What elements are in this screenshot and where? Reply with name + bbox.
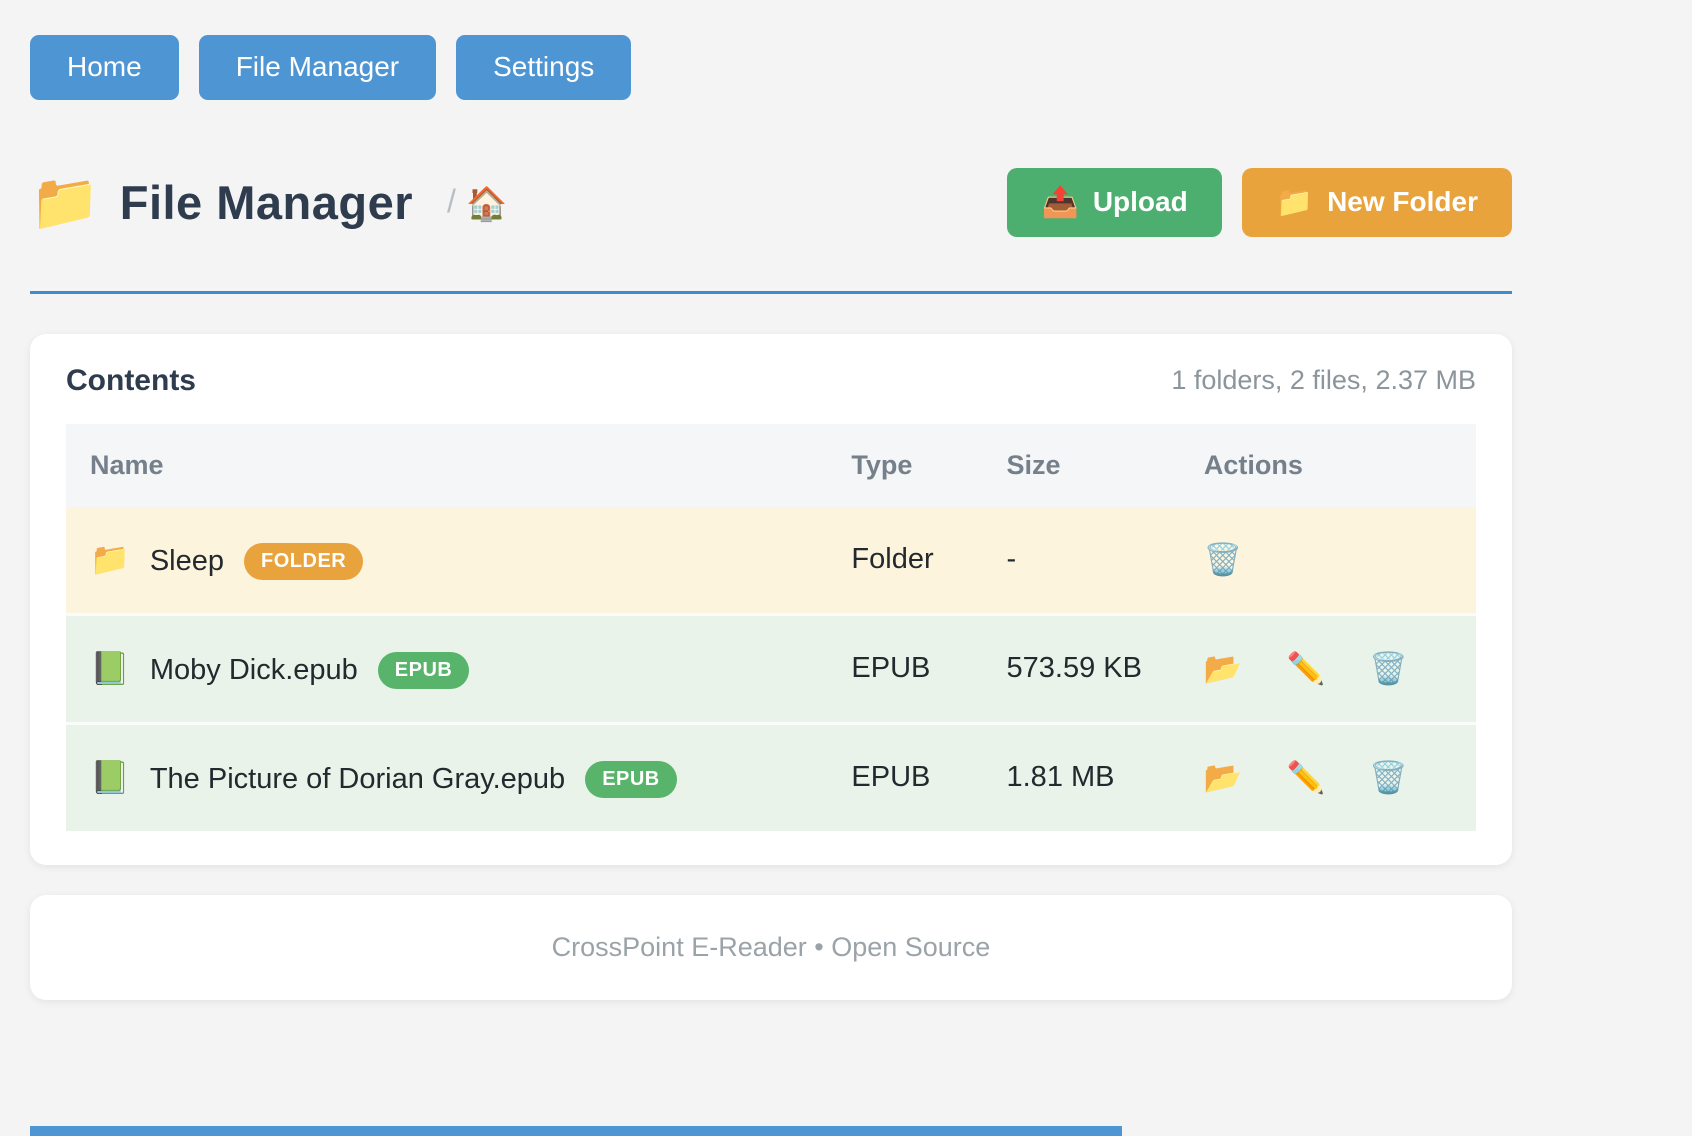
- contents-table-body: 📁SleepFOLDERFolder-🗑️📗Moby Dick.epubEPUB…: [66, 507, 1476, 831]
- type-badge: FOLDER: [244, 543, 363, 580]
- footer-text: CrossPoint E-Reader • Open Source: [552, 932, 991, 962]
- delete-icon[interactable]: 🗑️: [1369, 762, 1408, 793]
- upload-tray-icon: 📤: [1041, 186, 1078, 219]
- page-header: 📁 File Manager / 🏠 📤 Upload 📁 New Folder: [30, 168, 1512, 237]
- file-table-header: Name Type Size Actions: [66, 424, 1476, 507]
- column-header-actions: Actions: [1180, 424, 1476, 507]
- nav-button-settings[interactable]: Settings: [456, 35, 631, 100]
- new-folder-icon: 📁: [1276, 186, 1313, 219]
- column-header-name: Name: [66, 424, 827, 507]
- size-cell: 573.59 KB: [983, 614, 1180, 723]
- size-cell: -: [983, 507, 1180, 615]
- actions-group: 🗑️: [1204, 544, 1476, 575]
- upload-button-label: Upload: [1093, 187, 1188, 218]
- move-to-folder-icon[interactable]: 📂: [1204, 762, 1243, 793]
- header-actions: 📤 Upload 📁 New Folder: [1007, 168, 1512, 237]
- rename-icon[interactable]: ✏️: [1287, 762, 1326, 793]
- size-cell: 1.81 MB: [983, 723, 1180, 831]
- file-table: Name Type Size Actions 📁 Sleep FOLDER Folde…: [66, 424, 1476, 831]
- title-group: 📁 File Manager / 🏠: [30, 174, 507, 230]
- table-row: 📁 Sleep FOLDER Folder-🗑️: [66, 507, 1476, 615]
- home-icon[interactable]: 🏠: [466, 187, 507, 220]
- folder-icon: 📁: [30, 174, 100, 230]
- bottom-accent-bar: [30, 1126, 1122, 1136]
- name-cell: 📗 The Picture of Dorian Gray.epub EPUB: [66, 723, 827, 831]
- contents-heading: Contents: [66, 364, 196, 398]
- type-cell: EPUB: [827, 614, 982, 723]
- delete-icon[interactable]: 🗑️: [1369, 653, 1408, 684]
- breadcrumb: / 🏠: [447, 183, 507, 222]
- actions-group: 📂 ✏️ 🗑️: [1204, 762, 1476, 793]
- item-name-link[interactable]: Sleep: [150, 545, 224, 577]
- column-header-size: Size: [983, 424, 1180, 507]
- nav-button-home[interactable]: Home: [30, 35, 179, 100]
- name-cell: 📁 Sleep FOLDER: [66, 507, 827, 615]
- new-folder-button[interactable]: 📁 New Folder: [1242, 168, 1512, 237]
- table-row: 📗Moby Dick.epubEPUBEPUB573.59 KB📂✏️🗑️: [66, 614, 1476, 723]
- title-divider: [30, 291, 1512, 294]
- rename-icon[interactable]: ✏️: [1287, 653, 1326, 684]
- actions-group: 📂 ✏️ 🗑️: [1204, 653, 1476, 684]
- contents-card-header: Contents 1 folders, 2 files, 2.37 MB: [66, 364, 1476, 398]
- actions-cell: 🗑️: [1180, 507, 1476, 615]
- item-name-link[interactable]: The Picture of Dorian Gray.epub: [150, 763, 565, 795]
- delete-icon[interactable]: 🗑️: [1204, 544, 1243, 575]
- type-badge: EPUB: [585, 761, 677, 798]
- book-icon: 📗: [90, 759, 130, 795]
- contents-summary: 1 folders, 2 files, 2.37 MB: [1171, 365, 1476, 396]
- footer-card: CrossPoint E-Reader • Open Source: [30, 895, 1512, 1000]
- type-cell: EPUB: [827, 723, 982, 831]
- new-folder-button-label: New Folder: [1327, 187, 1478, 218]
- type-badge: EPUB: [378, 652, 470, 689]
- breadcrumb-separator: /: [447, 183, 456, 220]
- item-name-link[interactable]: Moby Dick.epub: [150, 654, 358, 686]
- book-icon: 📗: [90, 650, 130, 686]
- folder-icon: 📁: [90, 541, 130, 577]
- page-content: Home File Manager Settings 📁 File Manage…: [30, 0, 1512, 1000]
- actions-cell: 📂 ✏️ 🗑️: [1180, 614, 1476, 723]
- type-cell: Folder: [827, 507, 982, 615]
- actions-cell: 📂 ✏️ 🗑️: [1180, 723, 1476, 831]
- page-title: File Manager: [120, 175, 413, 230]
- column-header-type: Type: [827, 424, 982, 507]
- top-navigation: Home File Manager Settings: [30, 0, 1512, 100]
- nav-button-file-manager[interactable]: File Manager: [199, 35, 436, 100]
- contents-card: Contents 1 folders, 2 files, 2.37 MB Nam…: [30, 334, 1512, 865]
- table-row: 📗 The Picture of Dorian Gray.epub EPUB EPUB…: [66, 723, 1476, 831]
- name-cell: 📗 Moby Dick.epub EPUB: [66, 614, 827, 723]
- upload-button[interactable]: 📤 Upload: [1007, 168, 1221, 237]
- move-to-folder-icon[interactable]: 📂: [1204, 653, 1243, 684]
